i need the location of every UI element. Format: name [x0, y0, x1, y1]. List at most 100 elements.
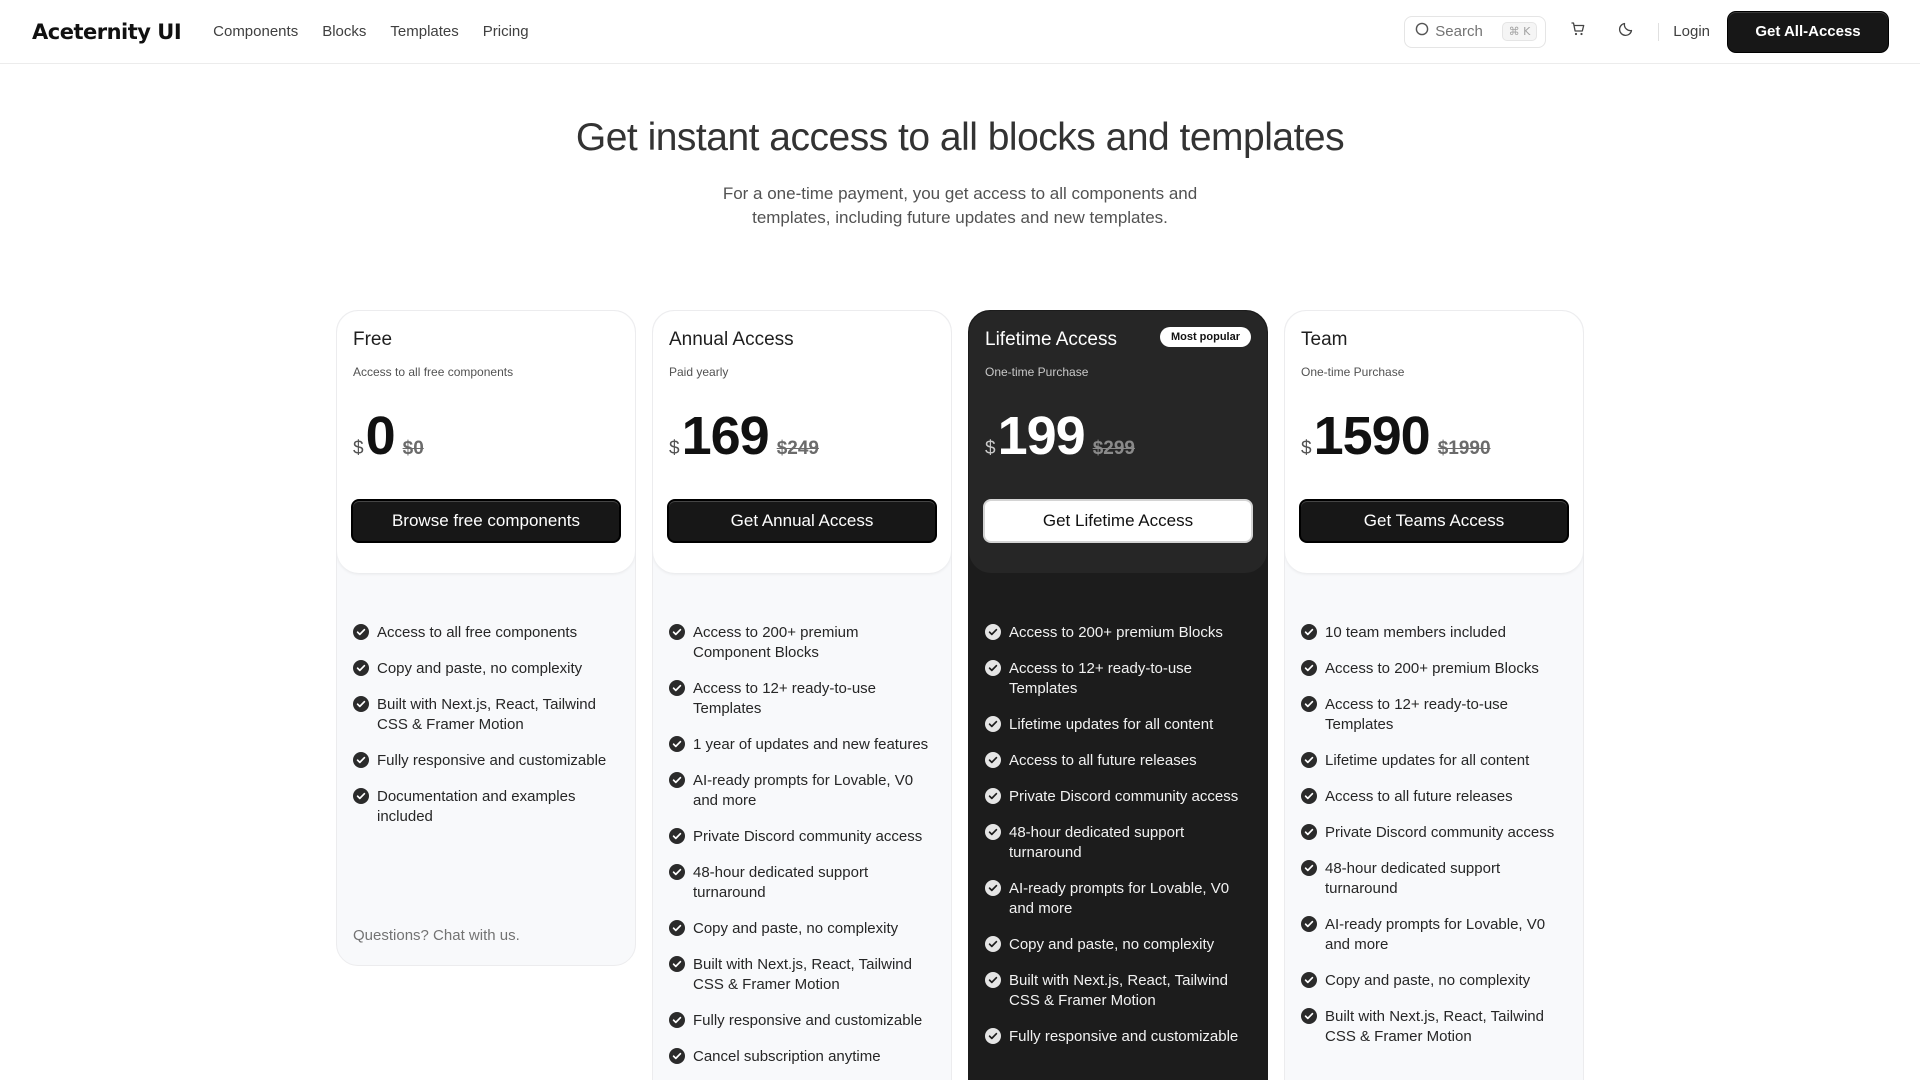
- check-circle-icon: [985, 972, 1001, 988]
- cart-button[interactable]: [1560, 14, 1596, 50]
- check-circle-icon: [669, 920, 685, 936]
- feature-item: Built with Next.js, React, Tailwind CSS …: [353, 695, 619, 735]
- nav-links: Components Blocks Templates Pricing: [213, 23, 528, 40]
- feature-text: Lifetime updates for all content: [1009, 716, 1214, 733]
- check-circle-icon: [669, 956, 685, 972]
- feature-item: AI-ready prompts for Lovable, V0 and mor…: [1301, 915, 1567, 955]
- price-amount: 1590: [1313, 406, 1431, 466]
- check-circle-icon: [1301, 624, 1317, 640]
- feature-text: AI-ready prompts for Lovable, V0 and mor…: [1325, 916, 1546, 953]
- feature-text: Access to all free components: [377, 624, 578, 641]
- check-circle-icon: [985, 660, 1001, 676]
- feature-item: Built with Next.js, React, Tailwind CSS …: [1301, 1007, 1567, 1047]
- feature-item: Documentation and examples included: [353, 787, 619, 827]
- price: $ 199 $299: [985, 405, 1251, 466]
- feature-item: Lifetime updates for all content: [1301, 751, 1567, 771]
- original-price: $249: [776, 438, 819, 459]
- get-lifetime-access-button[interactable]: Get Lifetime Access: [985, 501, 1251, 541]
- feature-item: 1 year of updates and new features: [669, 735, 935, 755]
- plan-card-lifetime: Lifetime Access Most popular One-time Pu…: [968, 310, 1268, 1080]
- check-circle-icon: [985, 752, 1001, 768]
- check-circle-icon: [1301, 660, 1317, 676]
- logo[interactable]: Aceternity UI: [32, 20, 182, 44]
- nav-link-templates[interactable]: Templates: [390, 23, 458, 40]
- feature-item: Access to all future releases: [1301, 787, 1567, 807]
- feature-item: Fully responsive and customizable: [669, 1011, 935, 1031]
- feature-text: Access to 200+ premium Blocks: [1325, 660, 1539, 677]
- check-circle-icon: [985, 936, 1001, 952]
- theme-toggle[interactable]: [1608, 14, 1644, 50]
- feature-item: Copy and paste, no complexity: [669, 919, 935, 939]
- chat-link[interactable]: Questions? Chat with us.: [353, 927, 520, 944]
- feature-item: Cancel subscription anytime: [669, 1047, 935, 1067]
- moon-icon: [1618, 21, 1634, 42]
- feature-text: 48-hour dedicated support turnaround: [1009, 824, 1185, 861]
- plan-card-annual: Annual Access Paid yearly $ 169 $249 Get…: [652, 310, 952, 1080]
- plan-name: Annual Access: [669, 329, 794, 350]
- plan-card-free: Free Access to all free components $ 0 $…: [336, 310, 636, 966]
- plan-name: Free: [353, 329, 393, 350]
- price-amount: 169: [681, 406, 770, 466]
- get-annual-access-button[interactable]: Get Annual Access: [669, 501, 935, 541]
- feature-list: Access to all free components Copy and pa…: [337, 573, 635, 827]
- original-price: $0: [402, 438, 424, 459]
- check-circle-icon: [353, 696, 369, 712]
- feature-item: 48-hour dedicated support turnaround: [985, 823, 1251, 863]
- check-circle-icon: [985, 788, 1001, 804]
- cart-icon: [1570, 21, 1586, 42]
- page-subtitle: For a one-time payment, you get access t…: [722, 184, 1198, 227]
- feature-item: Fully responsive and customizable: [985, 1027, 1251, 1047]
- currency-symbol: $: [985, 438, 996, 459]
- check-circle-icon: [985, 716, 1001, 732]
- check-circle-icon: [669, 1048, 685, 1064]
- check-circle-icon: [669, 624, 685, 640]
- feature-item: Access to 12+ ready-to-use Templates: [985, 659, 1251, 699]
- feature-item: Built with Next.js, React, Tailwind CSS …: [985, 971, 1251, 1011]
- feature-text: Fully responsive and customizable: [1009, 1028, 1239, 1045]
- feature-item: Copy and paste, no complexity: [985, 935, 1251, 955]
- check-circle-icon: [669, 736, 685, 752]
- feature-text: Private Discord community access: [1325, 824, 1555, 841]
- nav-link-pricing[interactable]: Pricing: [483, 23, 529, 40]
- check-circle-icon: [1301, 916, 1317, 932]
- nav-link-components[interactable]: Components: [213, 23, 298, 40]
- currency-symbol: $: [669, 438, 680, 459]
- search-button[interactable]: Search ⌘ K: [1404, 15, 1547, 48]
- feature-item: Lifetime updates for all content: [985, 715, 1251, 735]
- browse-free-components-button[interactable]: Browse free components: [353, 501, 619, 541]
- price-amount: 199: [997, 406, 1086, 466]
- check-circle-icon: [353, 660, 369, 676]
- check-circle-icon: [1301, 752, 1317, 768]
- feature-item: Private Discord community access: [985, 787, 1251, 807]
- feature-item: Access to 12+ ready-to-use Templates: [1301, 695, 1567, 735]
- feature-text: Copy and paste, no complexity: [1325, 972, 1531, 989]
- original-price: $1990: [1437, 438, 1491, 459]
- login-link[interactable]: Login: [1673, 23, 1710, 40]
- feature-text: Private Discord community access: [693, 828, 923, 845]
- feature-item: Access to all free components: [353, 623, 619, 643]
- nav-link-blocks[interactable]: Blocks: [322, 23, 366, 40]
- plan-description: Access to all free components: [353, 365, 514, 379]
- check-circle-icon: [1301, 1008, 1317, 1024]
- feature-text: 48-hour dedicated support turnaround: [1325, 860, 1501, 897]
- get-all-access-button[interactable]: Get All-Access: [1728, 11, 1888, 52]
- feature-item: Access to 200+ premium Component Blocks: [669, 623, 935, 663]
- feature-item: Built with Next.js, React, Tailwind CSS …: [669, 955, 935, 995]
- get-teams-access-button[interactable]: Get Teams Access: [1301, 501, 1567, 541]
- currency-symbol: $: [353, 438, 364, 459]
- feature-text: Documentation and examples included: [377, 788, 576, 825]
- check-circle-icon: [353, 752, 369, 768]
- currency-symbol: $: [1301, 438, 1312, 459]
- check-circle-icon: [669, 772, 685, 788]
- plan-description: One-time Purchase: [1301, 365, 1405, 379]
- feature-item: AI-ready prompts for Lovable, V0 and mor…: [669, 771, 935, 811]
- feature-item: 10 team members included: [1301, 623, 1567, 643]
- check-circle-icon: [1301, 788, 1317, 804]
- feature-item: Copy and paste, no complexity: [1301, 971, 1567, 991]
- check-circle-icon: [1301, 860, 1317, 876]
- check-circle-icon: [985, 1028, 1001, 1044]
- search-icon: [1415, 22, 1429, 41]
- feature-item: Access to 12+ ready-to-use Templates: [669, 679, 935, 719]
- price-amount: 0: [365, 406, 396, 466]
- feature-item: Access to all future releases: [985, 751, 1251, 771]
